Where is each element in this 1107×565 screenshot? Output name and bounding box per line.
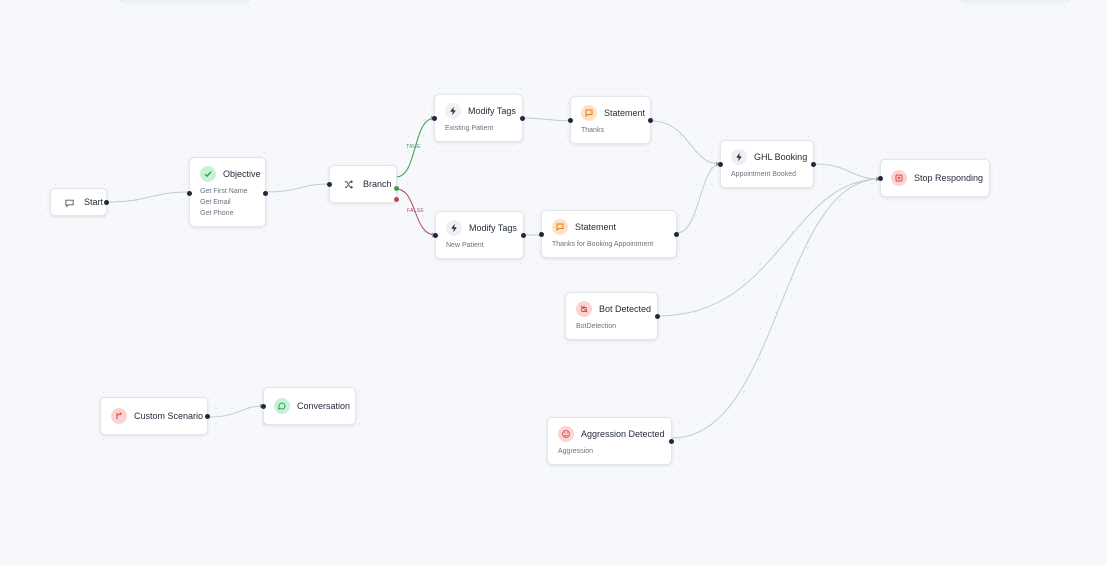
output-port[interactable] — [520, 115, 525, 121]
input-port[interactable] — [878, 175, 883, 181]
node-subtitle: New Patient — [446, 242, 484, 249]
output-port[interactable] — [263, 190, 268, 196]
check-icon — [200, 166, 216, 182]
node-title: Modify Tags — [468, 106, 516, 116]
input-port[interactable] — [433, 232, 438, 238]
false-output-port[interactable] — [394, 197, 399, 202]
output-port[interactable] — [205, 413, 210, 419]
node-title: Custom Scenario — [134, 411, 204, 421]
node-start[interactable]: Start — [50, 188, 109, 216]
output-port[interactable] — [669, 438, 674, 444]
output-port[interactable] — [104, 199, 109, 205]
input-port[interactable] — [718, 161, 723, 167]
true-output-port[interactable] — [394, 186, 399, 191]
edge-ghl-stop — [813, 163, 881, 180]
node-subtitle: Thanks — [581, 127, 604, 134]
input-port[interactable] — [539, 231, 544, 237]
node-title: Bot Detected — [599, 304, 652, 314]
node-statement-booking[interactable]: Statement Thanks for Booking Appointment — [539, 210, 679, 258]
node-conversation[interactable]: Conversation — [261, 387, 356, 425]
chat-bubble-icon — [61, 194, 77, 210]
node-branch[interactable]: Branch — [327, 165, 399, 203]
objective-item: Get Email — [200, 199, 231, 206]
node-title: Conversation — [297, 401, 351, 411]
edge-statement2-ghl — [676, 163, 721, 234]
conversation-icon — [274, 398, 290, 414]
edge-modifytags1-statement1 — [522, 117, 572, 122]
input-port[interactable] — [187, 190, 192, 196]
node-bot-detected[interactable]: Bot Detected BotDetection — [565, 292, 660, 340]
node-stop-responding[interactable]: Stop Responding — [878, 159, 990, 197]
node-title: Statement — [575, 222, 617, 232]
output-port[interactable] — [811, 161, 816, 167]
edge-label-false: FALSE — [407, 208, 425, 214]
node-ghl-booking[interactable]: GHL Booking Appointment Booked — [718, 140, 816, 188]
node-title: Statement — [604, 108, 646, 118]
node-subtitle: Appointment Booked — [731, 171, 796, 178]
node-modify-tags-existing[interactable]: Modify Tags Existing Patient — [432, 94, 525, 142]
lightning-icon — [446, 220, 462, 236]
node-objective[interactable]: Objective Get First Name Get Email Get P… — [187, 157, 268, 227]
node-subtitle: BotDetection — [576, 323, 617, 330]
shuffle-icon — [340, 176, 356, 192]
node-title: Branch — [363, 179, 392, 189]
node-aggression-detected[interactable]: Aggression Detected Aggression — [547, 417, 674, 465]
input-port[interactable] — [568, 117, 573, 123]
lightning-icon — [445, 103, 461, 119]
node-modify-tags-new[interactable]: Modify Tags New Patient — [433, 211, 526, 259]
edge-statement1-ghl — [650, 120, 721, 165]
edge-bot-stop — [657, 178, 881, 317]
node-subtitle: Thanks for Booking Appointment — [552, 241, 654, 248]
node-title: Modify Tags — [469, 223, 517, 233]
node-subtitle: Existing Patient — [445, 125, 494, 132]
node-title: Aggression Detected — [581, 429, 665, 439]
edges-layer — [106, 115, 881, 439]
node-subtitle: Aggression — [558, 448, 594, 455]
edge-start-objective — [106, 191, 191, 203]
output-port[interactable] — [674, 231, 679, 237]
lightning-icon — [731, 149, 747, 165]
edge-custom-conversation — [207, 405, 265, 418]
message-square-icon — [552, 219, 568, 235]
node-custom-scenario[interactable]: Custom Scenario — [100, 397, 210, 435]
output-port[interactable] — [655, 313, 660, 319]
input-port[interactable] — [327, 181, 332, 187]
output-port[interactable] — [521, 232, 526, 238]
git-branch-icon — [111, 408, 127, 424]
objective-item: Get Phone — [200, 210, 234, 217]
input-port[interactable] — [261, 403, 266, 409]
node-title: Start — [84, 197, 104, 207]
angry-face-icon — [558, 426, 574, 442]
message-square-icon — [581, 105, 597, 121]
node-title: Stop Responding — [914, 173, 984, 183]
input-port[interactable] — [432, 115, 437, 121]
node-statement-thanks[interactable]: Statement Thanks — [568, 96, 653, 144]
objective-item: Get First Name — [200, 188, 248, 195]
stop-square-icon — [891, 170, 907, 186]
output-port[interactable] — [648, 117, 653, 123]
node-title: GHL Booking — [754, 152, 808, 162]
node-title: Objective — [223, 169, 261, 179]
bot-off-icon — [576, 301, 592, 317]
edge-label-true: TRUE — [406, 144, 421, 150]
edge-objective-branch — [265, 183, 331, 193]
